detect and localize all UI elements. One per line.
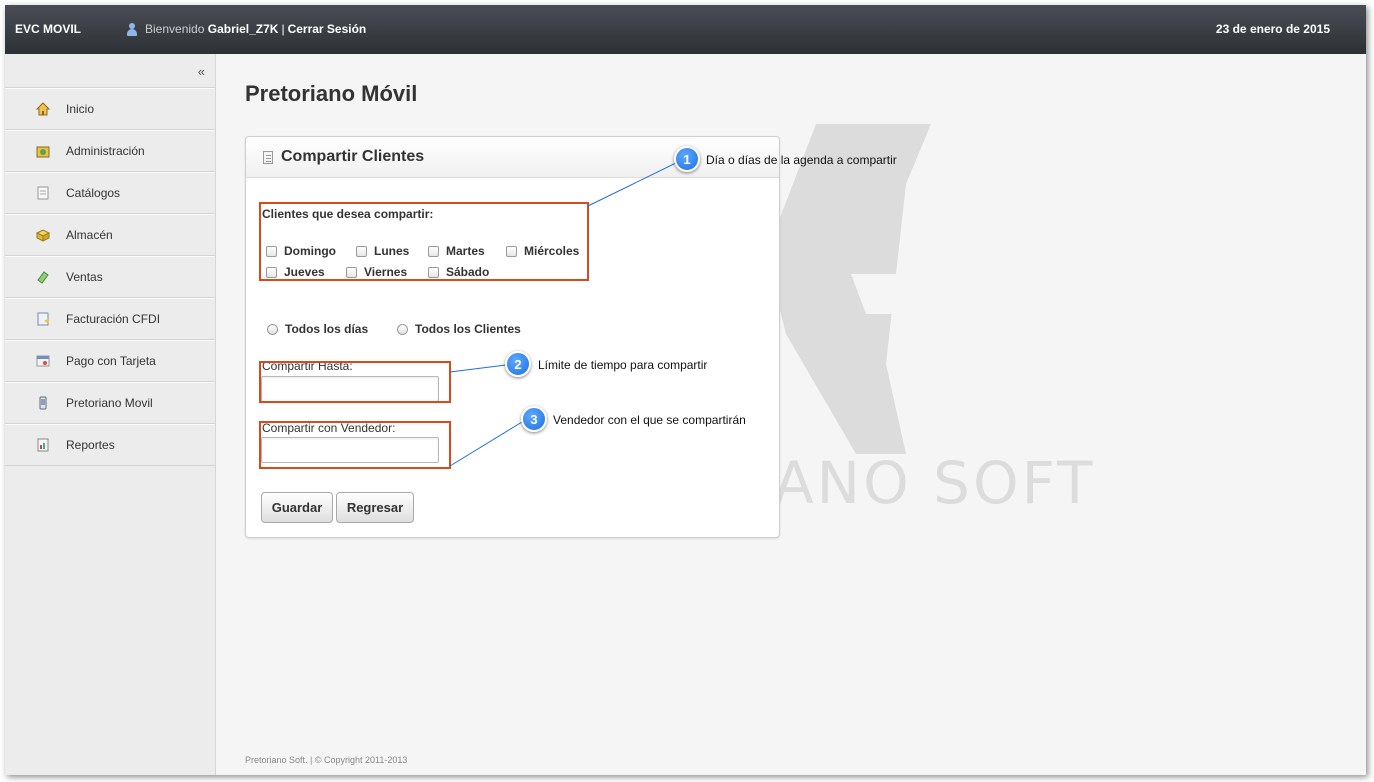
invoice-icon xyxy=(35,311,51,327)
document-icon xyxy=(263,150,273,164)
highlight-share-with xyxy=(259,421,451,469)
radio-label: Todos los Clientes xyxy=(415,322,521,336)
sidebar-item-label: Reportes xyxy=(66,438,115,452)
sidebar-item-label: Pretoriano Movil xyxy=(66,396,153,410)
home-icon xyxy=(35,101,51,117)
reports-icon xyxy=(35,437,51,453)
collapse-sidebar-button[interactable]: « xyxy=(198,64,205,79)
radio-circle[interactable] xyxy=(397,323,408,335)
radio-todos-los-dias[interactable]: Todos los días xyxy=(267,322,368,336)
mobile-icon xyxy=(35,395,51,411)
admin-icon xyxy=(35,143,51,159)
logout-link[interactable]: Cerrar Sesión xyxy=(288,22,367,36)
brand-name[interactable]: EVC MOVIL xyxy=(15,22,81,36)
card-payment-icon xyxy=(35,353,51,369)
highlight-days xyxy=(259,202,589,281)
callout-badge-2: 2 xyxy=(505,351,531,377)
catalog-icon xyxy=(35,185,51,201)
radio-label: Todos los días xyxy=(285,322,369,336)
radio-todos-los-clientes[interactable]: Todos los Clientes xyxy=(397,322,521,336)
sidebar-item-administracion[interactable]: Administración xyxy=(5,130,215,172)
callout-text-1: Día o días de la agenda a compartir xyxy=(706,153,897,167)
sidebar-item-ventas[interactable]: Ventas xyxy=(5,256,215,298)
sidebar-item-inicio[interactable]: Inicio xyxy=(5,88,215,130)
sidebar-item-label: Facturación CFDI xyxy=(66,312,161,326)
save-button[interactable]: Guardar xyxy=(261,492,333,523)
top-bar: EVC MOVIL Bienvenido Gabriel_Z7K | Cerrar … xyxy=(5,5,1366,54)
callout-text-3: Vendedor con el que se compartirán xyxy=(553,413,746,427)
app-window: EVC MOVIL Bienvenido Gabriel_Z7K | Cerrar … xyxy=(5,5,1366,775)
sidebar-item-label: Almacén xyxy=(66,228,113,242)
sidebar-item-pago-tarjeta[interactable]: Pago con Tarjeta xyxy=(5,340,215,382)
sidebar-menu: Inicio Administración Catálogos Almacén xyxy=(5,87,215,466)
welcome-text: Bienvenido xyxy=(145,22,205,36)
main-content: ANO SOFT Pretoriano Móvil Compartir Clie… xyxy=(216,54,1366,775)
sidebar-item-pretoriano-movil[interactable]: Pretoriano Movil xyxy=(5,382,215,424)
footer-copyright: Pretoriano Soft. | © Copyright 2011-2013 xyxy=(245,755,408,765)
sidebar-item-label: Ventas xyxy=(66,270,103,284)
panel-title: Compartir Clientes xyxy=(281,148,425,165)
warehouse-icon xyxy=(35,227,51,243)
sidebar-item-reportes[interactable]: Reportes xyxy=(5,424,215,466)
sidebar-item-almacen[interactable]: Almacén xyxy=(5,214,215,256)
current-date: 23 de enero de 2015 xyxy=(1215,22,1330,36)
page-title: Pretoriano Móvil xyxy=(245,81,418,106)
watermark-text: ANO SOFT xyxy=(774,449,1096,517)
sidebar-item-label: Administración xyxy=(66,144,145,158)
sidebar-item-label: Inicio xyxy=(66,102,95,116)
callout-badge-3: 3 xyxy=(521,406,547,432)
sales-icon xyxy=(35,269,51,285)
callout-badge-1: 1 xyxy=(674,146,700,172)
highlight-share-until xyxy=(259,361,451,403)
sidebar-item-label: Catálogos xyxy=(66,186,121,200)
sidebar-item-label: Pago con Tarjeta xyxy=(66,354,156,368)
callout-text-2: Límite de tiempo para compartir xyxy=(538,358,708,372)
separator: | xyxy=(281,22,285,36)
sidebar-item-facturacion[interactable]: Facturación CFDI xyxy=(5,298,215,340)
back-button[interactable]: Regresar xyxy=(336,492,414,523)
user-icon xyxy=(127,22,137,36)
username: Gabriel_Z7K xyxy=(207,22,279,36)
sidebar: « Inicio Administración Catálogos Almacé… xyxy=(5,54,216,775)
user-area: Bienvenido Gabriel_Z7K | Cerrar Sesión xyxy=(127,22,366,36)
share-clients-panel: Compartir Clientes Clientes que desea co… xyxy=(245,136,780,538)
radio-circle[interactable] xyxy=(267,323,278,335)
sidebar-item-catalogos[interactable]: Catálogos xyxy=(5,172,215,214)
